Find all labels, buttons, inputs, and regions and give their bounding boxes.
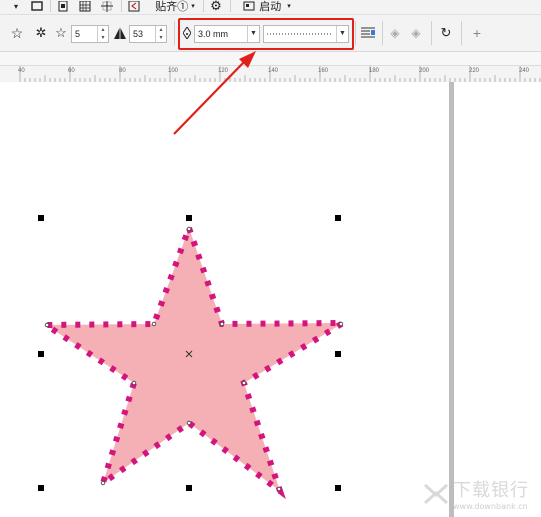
annotation-arrow <box>173 51 256 135</box>
selection-handle-middle-left[interactable] <box>38 351 44 357</box>
selection-handle-bottom-left[interactable] <box>38 485 44 491</box>
watermark-text: 下载银行 <box>453 480 529 501</box>
watermark-logo-icon <box>423 483 449 504</box>
watermark: 下载银行 www.downbank.cn <box>423 476 529 511</box>
star-drawing <box>36 51 354 500</box>
selection-handle-middle-right[interactable] <box>335 351 341 357</box>
selection-handle-top-left[interactable] <box>38 215 44 221</box>
selection-handle-top-right[interactable] <box>335 215 341 221</box>
selection-handle-bottom-center[interactable] <box>186 485 192 491</box>
star-shape[interactable] <box>36 219 354 500</box>
selection-handle-top-center[interactable] <box>186 215 192 221</box>
watermark-site: www.downbank.cn <box>453 502 528 511</box>
selection-handle-bottom-right[interactable] <box>335 485 341 491</box>
